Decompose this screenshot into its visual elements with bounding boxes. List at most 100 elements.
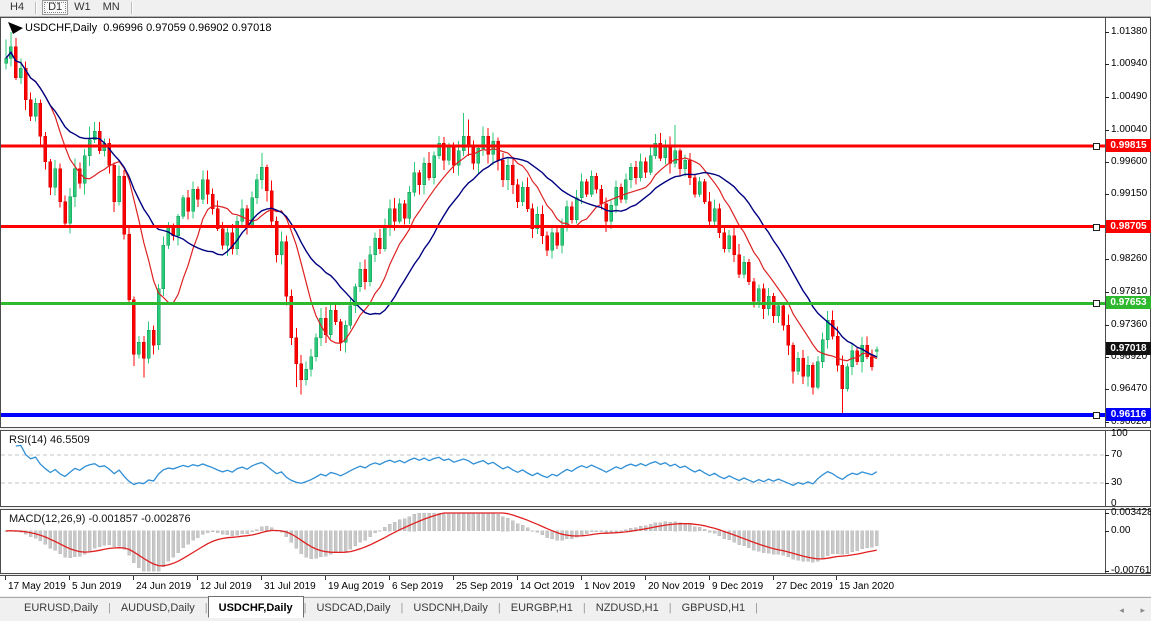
- macd-label: MACD(12,26,9) -0.001857 -0.002876: [9, 513, 191, 525]
- macd-axis-tick: [1105, 531, 1109, 532]
- price-axis-tick: [1105, 292, 1109, 293]
- chart-tab-gbpusd[interactable]: GBPUSD,H1: [672, 598, 756, 617]
- rsi-axis-label: 30: [1111, 477, 1122, 488]
- chart-tab-nzdusd[interactable]: NZDUSD,H1: [586, 598, 669, 617]
- macd-axis-label: 0.003428: [1111, 507, 1151, 518]
- toolbar-separator: [35, 2, 37, 14]
- level-price-tag[interactable]: 0.97653: [1106, 296, 1151, 309]
- rsi-panel[interactable]: RSI(14) 46.5509 10070300: [0, 430, 1151, 507]
- time-axis-label: 12 Jul 2019: [200, 581, 252, 592]
- time-axis-tick: [709, 576, 710, 580]
- price-axis-label: 0.96470: [1111, 383, 1147, 394]
- price-axis-tick: [1105, 389, 1109, 390]
- price-chart-canvas[interactable]: [1, 18, 1105, 427]
- price-axis-label: 0.99600: [1111, 156, 1147, 167]
- tab-separator: |: [755, 598, 758, 614]
- timeframe-button-mn[interactable]: MN: [97, 0, 126, 15]
- chart-tab-eurgbp[interactable]: EURGBP,H1: [501, 598, 583, 617]
- candlestick-series[interactable]: [5, 32, 879, 414]
- rsi-axis-tick: [1105, 483, 1109, 484]
- chart-ohlc-values: 0.96996 0.97059 0.96902 0.97018: [103, 22, 271, 34]
- price-axis-label: 0.99150: [1111, 188, 1147, 199]
- macd-axis-tick: [1105, 513, 1109, 514]
- time-axis-tick: [581, 576, 582, 580]
- chart-tab-bar: EURUSD,Daily|AUDUSD,Daily|USDCHF,Daily|U…: [0, 597, 1151, 621]
- time-axis-label: 20 Nov 2019: [648, 581, 705, 592]
- timeframe-button-h4[interactable]: H4: [4, 0, 30, 15]
- tab-scroll-buttons: ◂ ▸: [1105, 605, 1145, 616]
- time-axis-label: 27 Dec 2019: [776, 581, 833, 592]
- time-axis-tick: [69, 576, 70, 580]
- hline-handle[interactable]: [1093, 224, 1100, 231]
- timeframe-button-w1[interactable]: W1: [68, 0, 97, 15]
- chart-tab-audusd[interactable]: AUDUSD,Daily: [111, 598, 205, 617]
- time-axis-tick: [773, 576, 774, 580]
- chart-tab-usdchf[interactable]: USDCHF,Daily: [208, 596, 304, 618]
- time-axis-label: 14 Oct 2019: [520, 581, 574, 592]
- price-axis-label: 1.00490: [1111, 91, 1147, 102]
- hline-handle[interactable]: [1093, 412, 1100, 419]
- price-axis-label: 0.97360: [1111, 319, 1147, 330]
- time-axis-tick: [517, 576, 518, 580]
- rsi-label: RSI(14) 46.5509: [9, 434, 90, 446]
- time-axis-label: 1 Nov 2019: [584, 581, 635, 592]
- macd-axis-label: 0.00: [1111, 525, 1130, 536]
- time-axis-tick: [836, 576, 837, 580]
- time-axis-tick: [325, 576, 326, 580]
- chart-tab-usdcnh[interactable]: USDCNH,Daily: [403, 598, 498, 617]
- time-axis-tick: [133, 576, 134, 580]
- time-axis-tick: [261, 576, 262, 580]
- chart-symbol-label: USDCHF,Daily: [25, 22, 97, 34]
- price-axis-tick: [1105, 162, 1109, 163]
- toolbar-separator: [131, 2, 133, 14]
- rsi-axis-border: [1105, 431, 1106, 506]
- tab-scroll-right-button[interactable]: ▸: [1140, 605, 1145, 615]
- price-axis-tick: [1105, 422, 1109, 423]
- level-price-tag[interactable]: 0.99815: [1106, 139, 1151, 152]
- mouse-cursor-icon: [8, 22, 23, 34]
- level-price-tag[interactable]: 0.98705: [1106, 220, 1151, 233]
- rsi-line: [16, 445, 877, 485]
- time-axis-tick: [389, 576, 390, 580]
- time-axis-label: 19 Aug 2019: [328, 581, 384, 592]
- timeframe-button-d1[interactable]: D1: [42, 0, 68, 15]
- time-axis-tick: [197, 576, 198, 580]
- ma-fast-line[interactable]: [6, 52, 877, 360]
- time-axis-label: 9 Dec 2019: [712, 581, 763, 592]
- time-axis-tick: [645, 576, 646, 580]
- hline-handle[interactable]: [1093, 300, 1100, 307]
- chart-tab-usdcad[interactable]: USDCAD,Daily: [306, 598, 400, 617]
- macd-panel[interactable]: MACD(12,26,9) -0.001857 -0.002876 0.0034…: [0, 509, 1151, 574]
- price-axis-label: 1.00040: [1111, 124, 1147, 135]
- time-axis-label: 24 Jun 2019: [136, 581, 191, 592]
- rsi-axis-label: 70: [1111, 449, 1122, 460]
- level-price-tag[interactable]: 0.96116: [1106, 408, 1151, 421]
- price-axis-tick: [1105, 32, 1109, 33]
- price-axis-tick: [1105, 97, 1109, 98]
- price-axis-tick: [1105, 259, 1109, 260]
- rsi-canvas[interactable]: [1, 431, 1105, 506]
- price-axis-label: 0.98260: [1111, 253, 1147, 264]
- price-axis-tick: [1105, 357, 1109, 358]
- time-axis-label: 15 Jan 2020: [839, 581, 894, 592]
- time-axis-label: 31 Jul 2019: [264, 581, 316, 592]
- tab-scroll-left-button[interactable]: ◂: [1119, 605, 1124, 615]
- price-axis-tick: [1105, 194, 1109, 195]
- time-axis-label: 5 Jun 2019: [72, 581, 122, 592]
- main-chart-panel[interactable]: USDCHF,Daily 0.96996 0.97059 0.96902 0.9…: [0, 17, 1151, 428]
- macd-axis-tick: [1105, 571, 1109, 572]
- timeframe-toolbar: H4 D1W1MN: [0, 0, 1151, 17]
- terminal-window: H4 D1W1MN USDCHF,Daily 0.96996 0.97059 0.…: [0, 0, 1151, 621]
- time-axis-label: 6 Sep 2019: [392, 581, 443, 592]
- chart-title: USDCHF,Daily 0.96996 0.97059 0.96902 0.9…: [25, 22, 271, 34]
- hline-handle[interactable]: [1093, 143, 1100, 150]
- time-axis[interactable]: 17 May 2019 5 Jun 2019 24 Jun 2019 12 Jul 2…: [0, 575, 1151, 596]
- time-axis-tick: [5, 576, 6, 580]
- current-price-tag[interactable]: 0.97018: [1106, 342, 1151, 355]
- chart-tab-eurusd[interactable]: EURUSD,Daily: [14, 598, 108, 617]
- rsi-axis-tick: [1105, 455, 1109, 456]
- macd-axis-border: [1105, 510, 1106, 573]
- ma-slow-line[interactable]: [6, 52, 877, 357]
- price-axis-label: 1.00940: [1111, 58, 1147, 69]
- time-axis-label: 17 May 2019: [8, 581, 66, 592]
